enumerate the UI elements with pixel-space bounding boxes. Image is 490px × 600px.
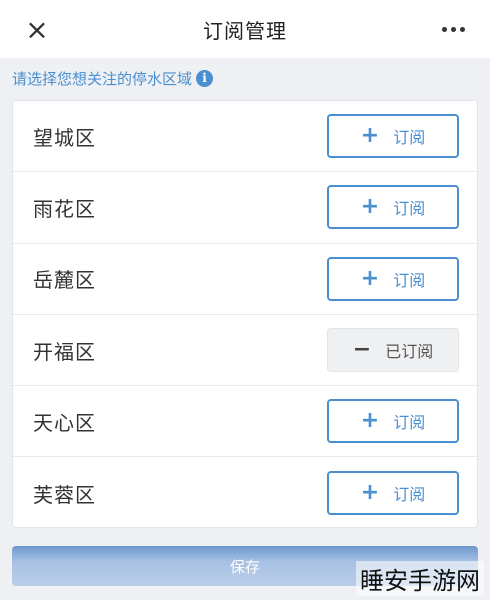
subscribe-label: 订阅 bbox=[393, 128, 426, 148]
district-row: 开福区 − 已订阅 bbox=[13, 315, 477, 387]
district-row: 天心区 + 订阅 bbox=[13, 386, 477, 458]
more-options-icon[interactable] bbox=[436, 14, 470, 44]
district-list: 望城区 + 订阅 雨花区 + 订阅 岳麓区 + 订阅 开福区 − 已订阅 天心区… bbox=[12, 100, 478, 528]
district-name: 望城区 bbox=[33, 125, 96, 150]
plus-icon: + bbox=[360, 408, 380, 434]
district-row: 岳麓区 + 订阅 bbox=[13, 244, 477, 315]
watermark-text: 睡安手游网 bbox=[356, 561, 484, 596]
plus-icon: + bbox=[360, 265, 380, 291]
subscribe-label: 订阅 bbox=[393, 199, 426, 219]
dot bbox=[450, 26, 456, 32]
district-row: 望城区 + 订阅 bbox=[13, 101, 477, 173]
district-name: 芙蓉区 bbox=[33, 482, 96, 507]
district-name: 岳麓区 bbox=[33, 268, 96, 293]
unsubscribe-button[interactable]: − 已订阅 bbox=[327, 328, 459, 373]
district-row: 芙蓉区 + 订阅 bbox=[13, 457, 477, 528]
hint-text: 请选择您想关注的停水区域 bbox=[12, 69, 193, 88]
hint-text-row: 请选择您想关注的停水区域 i bbox=[12, 66, 214, 90]
subscribed-label: 已订阅 bbox=[385, 342, 434, 362]
subscribe-button[interactable]: + 订阅 bbox=[327, 114, 459, 159]
top-navbar: × 订阅管理 bbox=[0, 0, 490, 58]
subscribe-label: 订阅 bbox=[393, 413, 426, 433]
plus-icon: + bbox=[360, 123, 380, 149]
info-icon[interactable]: i bbox=[196, 69, 214, 87]
district-name: 开福区 bbox=[33, 339, 96, 364]
dot bbox=[459, 26, 465, 32]
close-icon[interactable]: × bbox=[22, 13, 52, 46]
dot bbox=[441, 26, 447, 32]
subscribe-button[interactable]: + 订阅 bbox=[327, 256, 459, 301]
district-row: 雨花区 + 订阅 bbox=[13, 172, 477, 244]
subscribe-button[interactable]: + 订阅 bbox=[327, 185, 459, 230]
plus-icon: + bbox=[360, 480, 380, 506]
minus-icon: − bbox=[352, 337, 372, 363]
page-title: 订阅管理 bbox=[203, 18, 287, 43]
subscribe-button[interactable]: + 订阅 bbox=[327, 399, 459, 444]
subscribe-label: 订阅 bbox=[393, 270, 426, 290]
district-name: 天心区 bbox=[33, 410, 96, 435]
subscribe-label: 订阅 bbox=[393, 485, 426, 505]
subscribe-button[interactable]: + 订阅 bbox=[327, 471, 459, 516]
district-name: 雨花区 bbox=[33, 196, 96, 221]
plus-icon: + bbox=[360, 194, 380, 220]
